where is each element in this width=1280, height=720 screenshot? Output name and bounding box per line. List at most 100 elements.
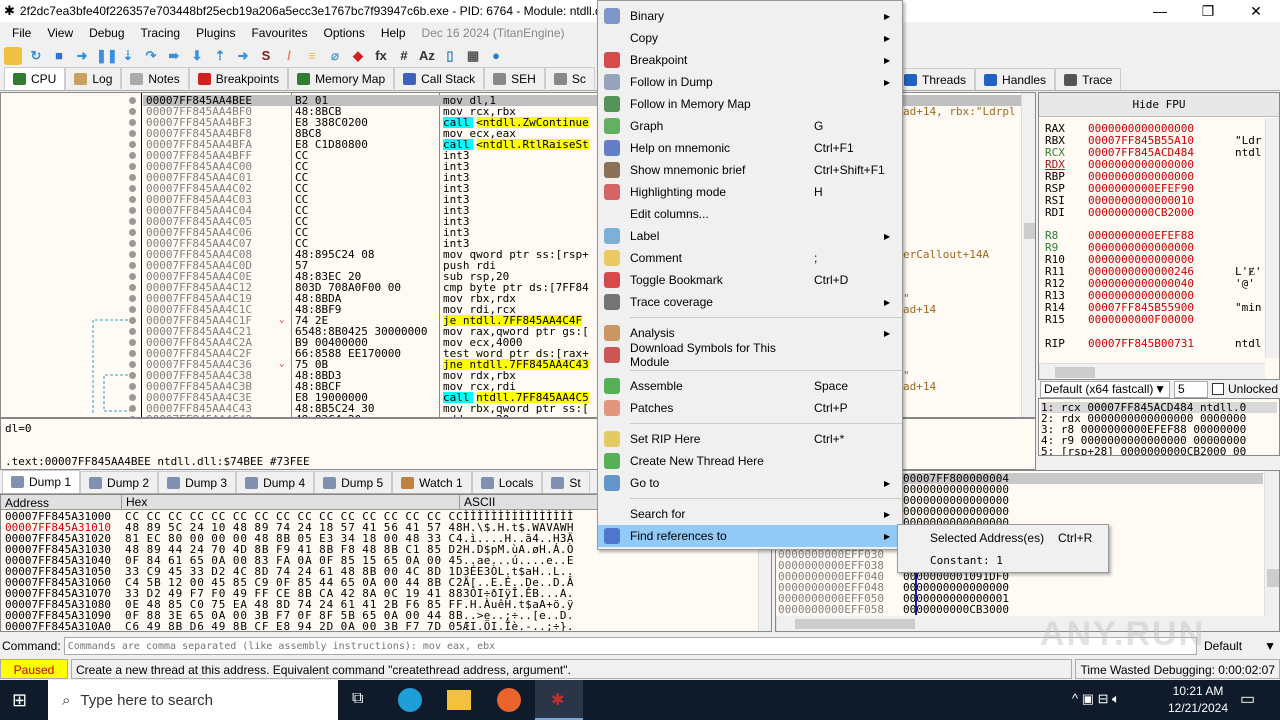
notification-icon[interactable]: ▭ [1240,689,1255,709]
unlocked-checkbox[interactable] [1212,383,1224,395]
menu-item-toggle-bookmark[interactable]: Toggle Bookmark Ctrl+D [598,269,902,291]
breakpoint-dot[interactable] [129,240,136,247]
breakpoint-dot[interactable] [129,339,136,346]
menu-item-binary[interactable]: Binary ▶ [598,5,902,27]
tab-dump-5[interactable]: Dump 5 [314,471,393,493]
trace-over-icon[interactable]: ⬇ [188,47,206,65]
command-input[interactable] [63,637,1197,655]
breakpoint-dot[interactable] [129,295,136,302]
breakpoint-dot[interactable] [129,273,136,280]
tab-handles[interactable]: Handles [975,68,1056,90]
disassembly-scrollbar[interactable] [1021,93,1035,417]
tab-threads[interactable]: Threads [895,68,976,90]
run-to-user-code-icon[interactable]: ➜ [234,47,252,65]
menu-item-highlighting-mode[interactable]: Highlighting mode H [598,181,902,203]
bookmarks-icon[interactable]: ◆ [349,47,367,65]
tab-locals[interactable]: Locals [471,471,543,493]
menu-item-set-rip-here[interactable]: Set RIP Here Ctrl+* [598,428,902,450]
menu-debug[interactable]: Debug [81,26,132,40]
menu-options[interactable]: Options [315,26,372,40]
command-mode-select[interactable]: Default ▼ [1200,637,1280,655]
tab-cpu[interactable]: CPU [4,67,66,90]
firefox-icon[interactable] [497,688,521,712]
tab-watch-1[interactable]: Watch 1 [392,471,472,493]
close-button[interactable]: ✕ [1233,0,1279,22]
menu-item-breakpoint[interactable]: Breakpoint ▶ [598,49,902,71]
menu-item-follow-in-memory-map[interactable]: Follow in Memory Map [598,93,902,115]
breakpoint-dot[interactable] [129,229,136,236]
breakpoint-dot[interactable] [129,328,136,335]
menu-item-create-new-thread-here[interactable]: Create New Thread Here [598,450,902,472]
open-icon[interactable] [4,46,22,65]
edge-icon[interactable] [398,688,422,712]
stop-icon[interactable]: ■ [50,47,68,65]
menu-item-assemble[interactable]: Assemble Space [598,375,902,397]
tab-dump-3[interactable]: Dump 3 [158,471,237,493]
breakpoint-dot[interactable] [129,405,136,412]
menu-item-patches[interactable]: Patches Ctrl+P [598,397,902,419]
x64dbg-taskbar-button[interactable]: ✱ [535,680,583,720]
menu-item-find-references-to[interactable]: Find references to ▶ [598,525,902,547]
menu-item-label[interactable]: Label ▶ [598,225,902,247]
execute-till-return-icon[interactable]: ⇡ [211,47,229,65]
menu-item-search-for[interactable]: Search for ▶ [598,503,902,525]
breakpoint-dot[interactable] [129,394,136,401]
tab-sc[interactable]: Sc [544,67,595,89]
tab-dump-1[interactable]: Dump 1 [2,470,81,493]
menu-item-help-on-mnemonic[interactable]: Help on mnemonic Ctrl+F1 [598,137,902,159]
menu-file[interactable]: File [4,26,39,40]
task-view-icon[interactable]: ⧉ [352,690,363,708]
tab-trace[interactable]: Trace [1055,68,1122,90]
windows-start-icon[interactable]: ⊞ [12,690,27,711]
breakpoint-dot[interactable] [129,207,136,214]
tab-st[interactable]: St [542,471,590,493]
argument-row[interactable]: 5: [rsp+28] 0000000000CB2000 00 [1041,446,1277,455]
globe-icon[interactable]: ● [487,47,505,65]
menu-help[interactable]: Help [373,26,414,40]
menu-item-go-to[interactable]: Go to ▶ [598,472,902,494]
tab-notes[interactable]: Notes [121,67,189,89]
tab-memory-map[interactable]: Memory Map [288,67,395,89]
menu-item-trace-coverage[interactable]: Trace coverage ▶ [598,291,902,313]
dump-row[interactable]: 00007FF845A310A0 C6 49 8B D6 49 8B CF E8 … [1,621,758,631]
breakpoint-dot[interactable] [129,196,136,203]
patch-icon[interactable]: / [280,47,298,65]
comments-icon[interactable]: ≡ [303,47,321,65]
breakpoint-dot[interactable] [129,317,136,324]
breakpoint-dot[interactable] [129,163,136,170]
menu-item-download-symbols-for-this-module[interactable]: Download Symbols for This Module [598,341,902,369]
hash-icon[interactable]: # [395,47,413,65]
pause-icon[interactable]: ❚❚ [96,47,118,65]
stack-scrollbar[interactable] [1264,471,1279,616]
tab-log[interactable]: Log [65,67,122,89]
arg-count-spinner[interactable]: 5 [1174,380,1208,398]
tab-seh[interactable]: SEH [484,67,545,89]
minimize-button[interactable]: — [1137,0,1183,22]
menu-item-copy[interactable]: Copy ▶ [598,27,902,49]
breakpoint-dot[interactable] [129,361,136,368]
taskbar-search[interactable]: ⌕ Type here to search [48,680,338,720]
breakpoint-dot[interactable] [129,152,136,159]
menu-item-graph[interactable]: Graph G [598,115,902,137]
breakpoint-dot[interactable] [129,251,136,258]
step-over-icon[interactable]: ↷ [142,47,160,65]
breakpoint-dot[interactable] [129,97,136,104]
breakpoint-dot[interactable] [129,108,136,115]
scylla-icon[interactable]: S [257,47,275,65]
font-icon[interactable]: Az [418,47,436,65]
breakpoint-dot[interactable] [129,383,136,390]
tab-breakpoints[interactable]: Breakpoints [188,67,289,89]
menu-item-show-mnemonic-brief[interactable]: Show mnemonic brief Ctrl+Shift+F1 [598,159,902,181]
calculator-icon[interactable]: ▦ [464,47,482,65]
tray-icons[interactable]: ^ ▣ ⊟ 🔈︎ [1072,691,1120,707]
clock-time[interactable]: 10:21 AM [1170,684,1226,698]
breakpoint-dot[interactable] [129,262,136,269]
breakpoint-dot[interactable] [129,218,136,225]
menu-tracing[interactable]: Tracing [133,26,189,40]
menu-item-comment[interactable]: Comment; [598,247,902,269]
registers-scrollbar[interactable] [1265,118,1279,358]
tab-dump-4[interactable]: Dump 4 [236,471,315,493]
breakpoint-dot[interactable] [129,174,136,181]
dump-header-ascii[interactable]: ASCII [459,495,495,510]
submenu-item[interactable]: Constant: 1 [898,549,1108,571]
